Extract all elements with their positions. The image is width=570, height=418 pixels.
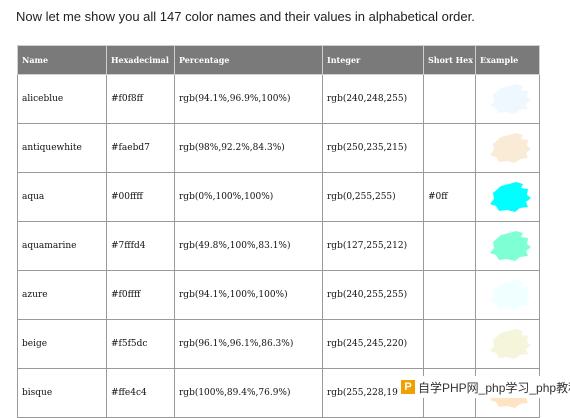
cell-name: antiquewhite [17,123,107,173]
cell-percentage: rgb(100%,89.4%,76.9%) [174,368,323,418]
cell-percentage: rgb(96.1%,96.1%,86.3%) [174,319,323,369]
cell-integer: rgb(0,255,255) [322,172,424,222]
table-row: azure #f0ffff rgb(94.1%,100%,100%) rgb(240,… [17,270,540,320]
column-header-example: Example [475,45,540,75]
cell-integer: rgb(245,245,220) [322,319,424,369]
cell-name: aquamarine [17,221,107,271]
cell-percentage: rgb(98%,92.2%,84.3%) [174,123,323,173]
column-header-percentage: Percentage [174,45,323,75]
cell-hexadecimal: #7fffd4 [106,221,175,271]
column-header-name: Name [17,45,107,75]
color-swatch [489,280,531,310]
cell-short-hex [423,123,476,173]
column-header-hexadecimal: Hexadecimal [106,45,175,75]
cell-name: azure [17,270,107,320]
cell-example [475,319,540,369]
color-table: Name Hexadecimal Percentage Integer Shor… [17,45,540,418]
cell-example [475,221,540,271]
site-logo: P [401,380,415,394]
color-swatch [489,329,531,359]
cell-percentage: rgb(49.8%,100%,83.1%) [174,221,323,271]
cell-integer: rgb(250,235,215) [322,123,424,173]
cell-example [475,172,540,222]
table-row: aliceblue #f0f8ff rgb(94.1%,96.9%,100%) rgb… [17,74,540,124]
color-swatch [489,182,531,212]
table-header-row: Name Hexadecimal Percentage Integer Shor… [17,45,540,75]
cell-example [475,270,540,320]
watermark-text: 自学PHP网_php学习_php教程 [418,380,570,395]
cell-hexadecimal: #f0ffff [106,270,175,320]
cell-hexadecimal: #f0f8ff [106,74,175,124]
cell-integer: rgb(240,248,255) [322,74,424,124]
cell-short-hex: #0ff [423,172,476,222]
intro-text: Now let me show you all 147 color names … [16,9,475,24]
cell-name: aqua [17,172,107,222]
cell-percentage: rgb(0%,100%,100%) [174,172,323,222]
cell-example [475,74,540,124]
cell-percentage: rgb(94.1%,100%,100%) [174,270,323,320]
cell-name: aliceblue [17,74,107,124]
cell-integer: rgb(127,255,212) [322,221,424,271]
cell-short-hex [423,270,476,320]
table-row: beige #f5f5dc rgb(96.1%,96.1%,86.3%) rgb(24… [17,319,540,369]
color-swatch [489,84,531,114]
table-row: aquamarine #7fffd4 rgb(49.8%,100%,83.1%) rg… [17,221,540,271]
cell-short-hex [423,319,476,369]
table-row: antiquewhite #faebd7 rgb(98%,92.2%,84.3%) r… [17,123,540,173]
cell-percentage: rgb(94.1%,96.9%,100%) [174,74,323,124]
cell-name: bisque [17,368,107,418]
cell-example [475,123,540,173]
cell-integer: rgb(240,255,255) [322,270,424,320]
cell-hexadecimal: #00ffff [106,172,175,222]
site-watermark: P 自学PHP网_php学习_php教程 [398,376,570,398]
color-swatch [489,133,531,163]
cell-name: beige [17,319,107,369]
cell-hexadecimal: #faebd7 [106,123,175,173]
cell-short-hex [423,74,476,124]
table-row: aqua #00ffff rgb(0%,100%,100%) rgb(0,255,25… [17,172,540,222]
cell-short-hex [423,221,476,271]
cell-hexadecimal: #f5f5dc [106,319,175,369]
cell-hexadecimal: #ffe4c4 [106,368,175,418]
color-swatch [489,231,531,261]
column-header-integer: Integer [322,45,424,75]
column-header-short-hex: Short Hex [423,45,476,75]
